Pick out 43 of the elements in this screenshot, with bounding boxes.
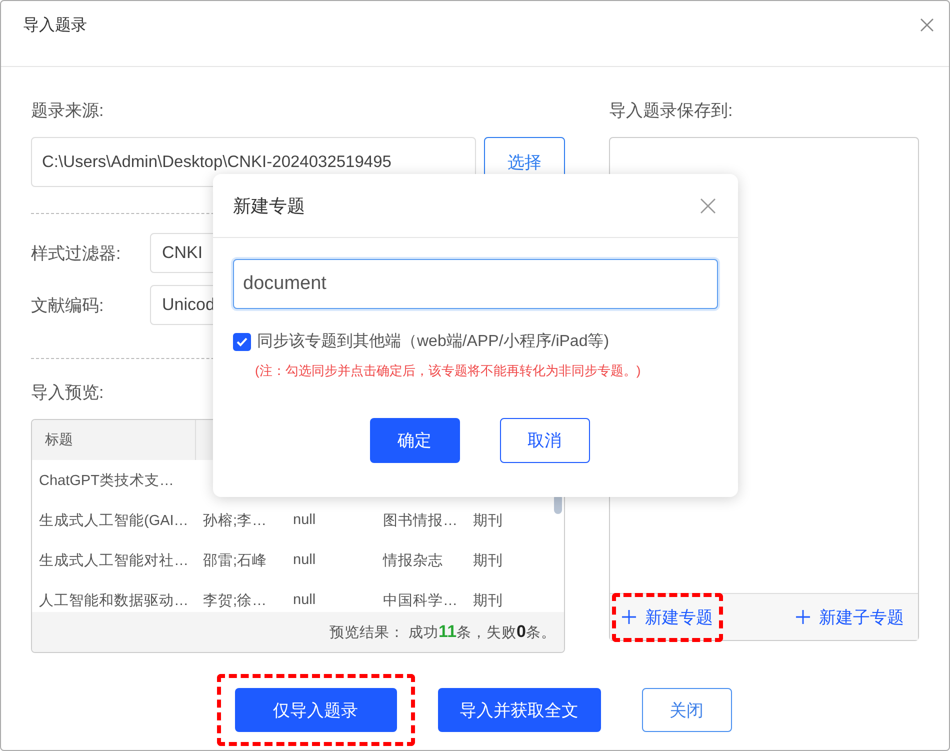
action-button[interactable]: 关闭 <box>642 688 732 732</box>
preview-result-text: 预览结果： 成功11条，失败0条。 <box>330 622 556 642</box>
check-icon <box>236 336 248 346</box>
table-cell: null <box>293 512 316 528</box>
table-cell-text: 图书情报… <box>383 512 458 530</box>
dialog-title: 新建专题 <box>233 194 305 218</box>
action-button[interactable]: 仅导入题录 <box>234 688 396 732</box>
field-label: 样式过滤器: <box>31 242 122 264</box>
close-icon[interactable] <box>700 198 716 214</box>
button-label: 新建专题 <box>645 606 713 628</box>
button-label: 新建子专题 <box>819 606 904 628</box>
table-cell-text: 邵雷;石峰 <box>203 552 268 570</box>
table-cell-text: 孙榕;李… <box>203 512 267 530</box>
table-cell-text: 期刊 <box>473 552 503 570</box>
table-cell-text: 生成式人工智能对社… <box>39 552 188 570</box>
checkbox-label: 同步该专题到其他端（web端/APP/小程序/iPad等) <box>257 332 610 352</box>
table-cell-text: ChatGPT类技术支… <box>39 472 174 490</box>
new-topic-button[interactable]: 新建专题 <box>618 606 717 628</box>
column-header: 标题 <box>45 431 73 449</box>
dialog-button[interactable]: 取消 <box>500 418 590 463</box>
table-cell-text: 中国科学… <box>383 592 458 610</box>
new-topic-button[interactable]: 新建子专题 <box>792 606 908 628</box>
table-cell-text: 人工智能和数据驱动… <box>39 592 188 610</box>
plus-icon <box>622 610 636 624</box>
field-label: 题录来源: <box>31 100 105 122</box>
table-cell: null <box>293 592 316 608</box>
table-cell: null <box>293 552 316 568</box>
warning-note: (注：勾选同步并点击确定后，该专题将不能再转化为非同步专题。) <box>255 362 642 380</box>
plus-icon <box>796 610 810 624</box>
table-cell-text: 李贺;徐… <box>203 592 267 610</box>
field-label: 文献编码: <box>31 294 105 316</box>
dialog-button[interactable]: 确定 <box>370 418 460 463</box>
window-title: 导入题录 <box>23 16 87 36</box>
table-cell-text: 生成式人工智能(GAI… <box>39 512 188 530</box>
table-cell-text: 期刊 <box>473 592 503 610</box>
table-cell-text: 期刊 <box>473 512 503 530</box>
close-icon[interactable] <box>920 18 934 32</box>
topic-name-field[interactable]: document <box>233 259 718 309</box>
checkbox[interactable] <box>233 332 251 350</box>
action-button[interactable]: 导入并获取全文 <box>438 688 600 732</box>
section-label: 导入预览: <box>31 382 105 404</box>
field-label: 导入题录保存到: <box>609 100 734 122</box>
table-cell-text: 情报杂志 <box>383 552 443 570</box>
